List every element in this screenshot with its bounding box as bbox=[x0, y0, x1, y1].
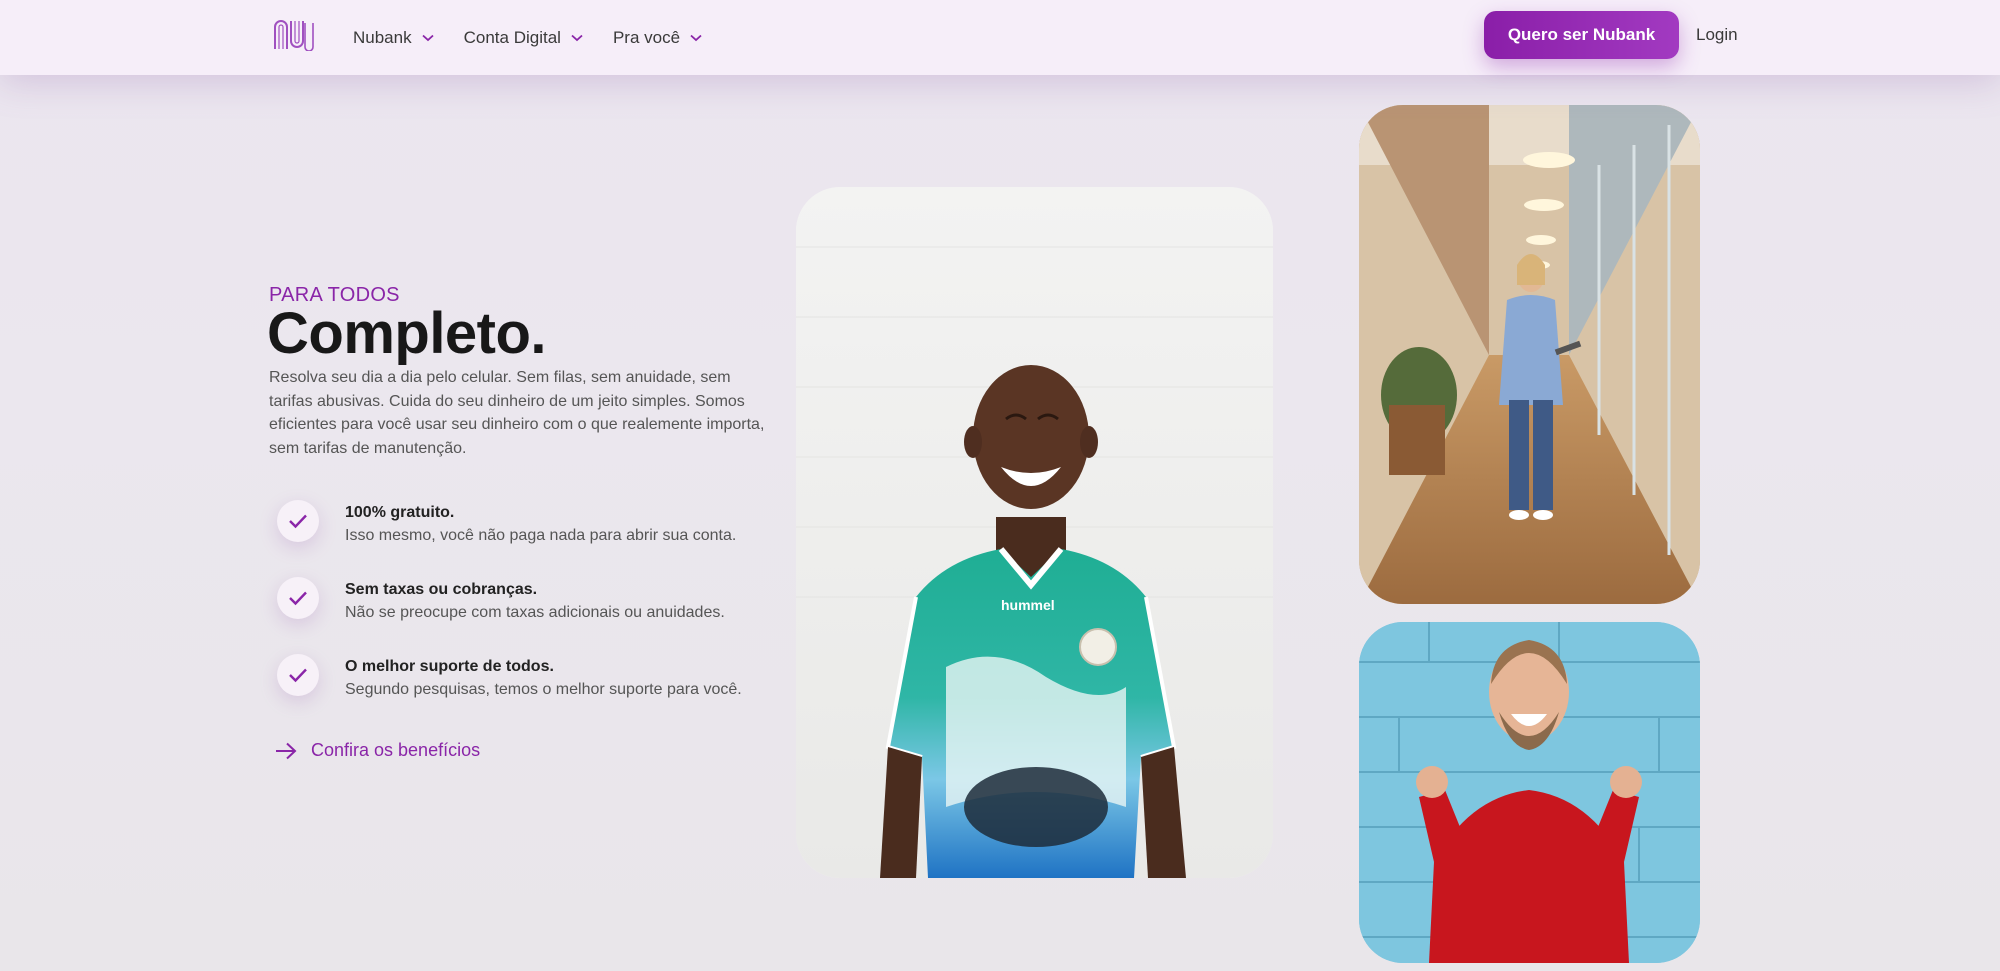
site-header: Nubank Conta Digital Pra você Quero ser … bbox=[0, 0, 2000, 75]
chevron-down-icon bbox=[422, 34, 434, 41]
nav-label: Conta Digital bbox=[463, 27, 561, 47]
chevron-down-icon bbox=[690, 34, 702, 41]
feature-item: O melhor suporte de todos. Segundo pesqu… bbox=[277, 652, 797, 729]
hero-description: Resolva seu dia a dia pelo celular. Sem … bbox=[269, 369, 765, 457]
link-label: Confira os benefícios bbox=[311, 740, 481, 760]
login-link[interactable]: Login bbox=[1696, 25, 1738, 45]
arrow-right-icon bbox=[276, 742, 297, 759]
chevron-down-icon bbox=[571, 34, 583, 41]
feature-list: 100% gratuito. Isso mesmo, você não paga… bbox=[277, 498, 797, 729]
feature-title: O melhor suporte de todos. bbox=[345, 658, 554, 675]
office-corridor-photo bbox=[1359, 105, 1700, 604]
check-icon bbox=[277, 500, 319, 542]
feature-title: Sem taxas ou cobranças. bbox=[345, 581, 538, 598]
nubank-logo-icon[interactable] bbox=[272, 19, 318, 51]
check-icon bbox=[277, 577, 319, 619]
nav-item-conta-digital[interactable]: Conta Digital bbox=[464, 28, 583, 48]
check-icon bbox=[277, 654, 319, 696]
quero-ser-nubank-button[interactable]: Quero ser Nubank bbox=[1484, 11, 1679, 59]
nav-label: Nubank bbox=[353, 27, 412, 47]
feature-description: Isso mesmo, você não paga nada para abri… bbox=[345, 527, 737, 544]
main-nav: Nubank Conta Digital Pra você bbox=[353, 0, 732, 75]
feature-title: 100% gratuito. bbox=[345, 504, 455, 521]
page-title: Completo. bbox=[267, 301, 547, 366]
nav-label: Pra você bbox=[612, 27, 681, 47]
svg-text:hummel: hummel bbox=[1001, 597, 1055, 613]
confira-beneficios-link[interactable]: Confira os benefícios bbox=[275, 740, 480, 761]
feature-description: Segundo pesquisas, temos o melhor suport… bbox=[345, 681, 742, 698]
feature-description: Não se preocupe com taxas adicionais ou … bbox=[345, 604, 725, 621]
smiling-man-photo: hummel bbox=[796, 187, 1273, 878]
feature-item: 100% gratuito. Isso mesmo, você não paga… bbox=[277, 498, 797, 575]
nav-item-pra-voce[interactable]: Pra você bbox=[613, 28, 702, 48]
nav-item-nubank[interactable]: Nubank bbox=[353, 28, 434, 48]
cheering-man-photo bbox=[1359, 622, 1700, 963]
feature-item: Sem taxas ou cobranças. Não se preocupe … bbox=[277, 575, 797, 652]
